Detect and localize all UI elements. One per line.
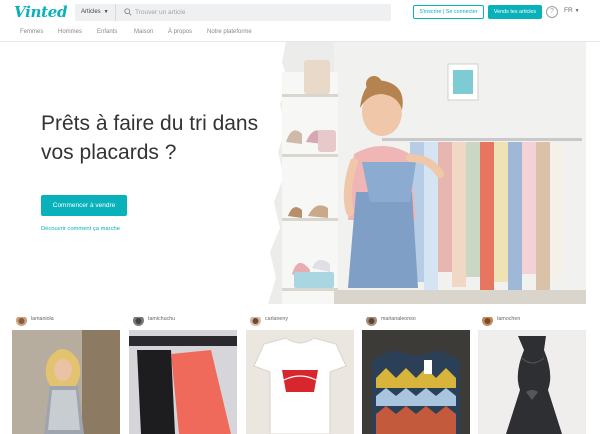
sell-items-button[interactable]: Vends tes articles xyxy=(488,5,542,19)
hero-banner: Prêts à faire du tri dans vos placards ?… xyxy=(0,42,600,304)
avatar xyxy=(133,315,144,326)
feed-item[interactable]: carlaneny xyxy=(246,304,354,434)
feed-item[interactable]: lamaniola xyxy=(12,304,120,434)
nav-item-femmes[interactable]: Femmes xyxy=(20,29,43,35)
avatar xyxy=(16,315,27,326)
nav-item-notre-plateforme[interactable]: Notre plateforme xyxy=(207,29,252,35)
feed-username: tamochen xyxy=(497,316,521,322)
category-nav: Femmes Hommes Enfants Maison À propos No… xyxy=(0,25,600,42)
help-icon[interactable]: ? xyxy=(546,6,558,18)
start-selling-button[interactable]: Commencer à vendre xyxy=(41,195,127,216)
feed-item-photo[interactable] xyxy=(478,330,586,434)
nav-item-enfants[interactable]: Enfants xyxy=(97,29,117,35)
search-category-label: Articles xyxy=(81,9,101,15)
feed-item[interactable]: tamochen xyxy=(478,304,586,434)
avatar xyxy=(366,315,377,326)
top-header: Vinted Articles▼ S'inscrire | Se connect… xyxy=(0,0,600,25)
feed-username: marianaleonso xyxy=(381,316,416,322)
item-feed: lamaniola tamichuchu carlaneny marianale… xyxy=(0,304,600,434)
feed-item-photo[interactable] xyxy=(129,330,237,434)
hero-photo xyxy=(264,42,586,304)
feed-username: tamichuchu xyxy=(148,316,176,322)
avatar xyxy=(250,315,261,326)
feed-item-photo[interactable] xyxy=(246,330,354,434)
language-selector[interactable]: FR ▼ xyxy=(564,7,580,14)
nav-item-maison[interactable]: Maison xyxy=(134,29,153,35)
feed-item-photo[interactable] xyxy=(362,330,470,434)
feed-item[interactable]: marianaleonso xyxy=(362,304,470,434)
nav-item-a-propos[interactable]: À propos xyxy=(168,29,192,35)
search-input[interactable] xyxy=(135,4,375,21)
search-icon xyxy=(124,8,132,16)
signup-login-button[interactable]: S'inscrire | Se connecter xyxy=(413,5,484,19)
feed-username: lamaniola xyxy=(31,316,54,322)
search-category-dropdown[interactable]: Articles ▼ xyxy=(75,4,116,21)
search-bar: Articles ▼ xyxy=(75,4,391,21)
how-it-works-link[interactable]: Découvrir comment ça marche xyxy=(41,226,120,232)
language-label: FR xyxy=(564,7,573,14)
chevron-down-icon: ▼ xyxy=(103,9,109,15)
feed-username: carlaneny xyxy=(265,316,288,322)
hero-title: Prêts à faire du tri dans vos placards ? xyxy=(41,112,259,164)
feed-item[interactable]: tamichuchu xyxy=(129,304,237,434)
nav-item-hommes[interactable]: Hommes xyxy=(58,29,82,35)
chevron-down-icon: ▼ xyxy=(574,8,580,14)
feed-item-photo[interactable] xyxy=(12,330,120,434)
avatar xyxy=(482,315,493,326)
vinted-logo[interactable]: Vinted xyxy=(14,3,67,21)
